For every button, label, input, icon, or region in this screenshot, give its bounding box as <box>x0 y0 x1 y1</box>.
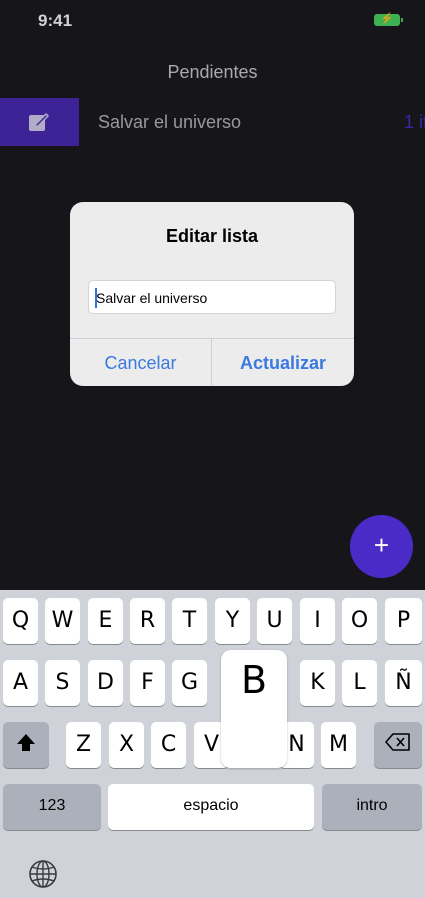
delete-icon <box>385 733 410 751</box>
space-key[interactable]: espacio <box>108 784 314 830</box>
key-m[interactable]: M <box>321 722 356 768</box>
add-list-button[interactable]: + <box>350 515 413 578</box>
key-l[interactable]: L <box>342 660 377 706</box>
key-o[interactable]: O <box>342 598 377 644</box>
key-b-popup[interactable]: B <box>221 650 287 768</box>
key-r[interactable]: R <box>130 598 165 644</box>
list-name-input-value: Salvar el universo <box>96 290 208 306</box>
key-s[interactable]: S <box>45 660 80 706</box>
key-p[interactable]: P <box>385 598 422 644</box>
key-d[interactable]: D <box>88 660 123 706</box>
shift-key[interactable] <box>3 722 49 768</box>
globe-icon[interactable] <box>27 858 59 890</box>
key-enye[interactable]: Ñ <box>385 660 422 706</box>
key-e[interactable]: E <box>88 598 123 644</box>
key-q[interactable]: Q <box>3 598 38 644</box>
cancel-button[interactable]: Cancelar <box>70 339 211 386</box>
numbers-key[interactable]: 123 <box>3 784 101 830</box>
key-y[interactable]: Y <box>215 598 250 644</box>
return-key[interactable]: intro <box>322 784 422 830</box>
keyboard: Q W E R T Y U I O P A S D F G K L Ñ Z X … <box>0 590 425 898</box>
update-button[interactable]: Actualizar <box>212 339 354 386</box>
key-z[interactable]: Z <box>66 722 101 768</box>
list-name-input[interactable]: Salvar el universo <box>88 280 336 314</box>
key-t[interactable]: T <box>172 598 207 644</box>
text-caret <box>95 288 97 308</box>
key-k[interactable]: K <box>300 660 335 706</box>
key-g[interactable]: G <box>172 660 207 706</box>
edit-list-dialog: Editar lista Salvar el universo Cancelar… <box>70 202 354 386</box>
key-f[interactable]: F <box>130 660 165 706</box>
key-i[interactable]: I <box>300 598 335 644</box>
key-x[interactable]: X <box>109 722 144 768</box>
shift-icon <box>17 734 35 751</box>
key-u[interactable]: U <box>257 598 292 644</box>
key-w[interactable]: W <box>45 598 80 644</box>
key-c[interactable]: C <box>151 722 186 768</box>
key-a[interactable]: A <box>3 660 38 706</box>
dialog-title: Editar lista <box>165 226 259 246</box>
delete-key[interactable] <box>374 722 422 768</box>
